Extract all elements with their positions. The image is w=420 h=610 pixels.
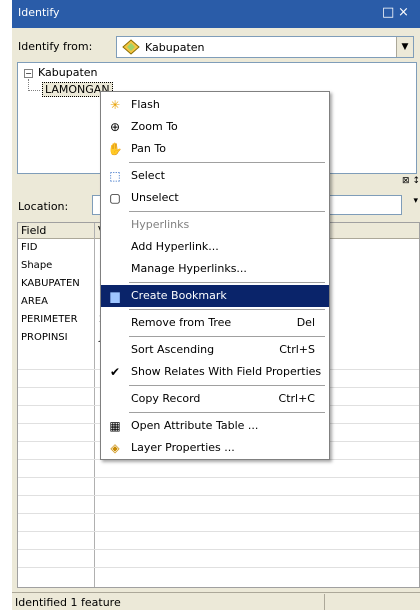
tree-connector: [28, 79, 40, 91]
menu-item-remove-from-tree[interactable]: Remove from Tree Del: [101, 312, 329, 334]
chevron-down-icon[interactable]: ▼: [396, 37, 413, 57]
grid-line: [18, 513, 419, 514]
row-field-shape[interactable]: Shape: [18, 258, 94, 276]
menu-item-label: Hyperlinks: [131, 218, 190, 231]
menu-item-layer-properties[interactable]: ◈ Layer Properties ...: [101, 437, 329, 459]
menu-item-select[interactable]: ⬚ Select: [101, 165, 329, 187]
check-icon: ✔: [109, 365, 121, 379]
grid-line: [18, 477, 419, 478]
row-field-perimeter[interactable]: PERIMETER: [18, 312, 94, 330]
menu-separator: [129, 309, 325, 310]
menu-item-shortcut: Del: [296, 316, 315, 329]
menu-item-label: Unselect: [131, 191, 179, 204]
grid-line: [18, 531, 419, 532]
menu-item-flash[interactable]: ✳ Flash: [101, 94, 329, 116]
status-divider: [324, 594, 325, 610]
menu-item-show-relates[interactable]: ✔ Show Relates With Field Properties: [101, 361, 329, 383]
menu-separator: [129, 282, 325, 283]
menu-separator: [129, 211, 325, 212]
zoom-to-icon: ⊕: [109, 120, 121, 134]
menu-item-zoom-to[interactable]: ⊕ Zoom To: [101, 116, 329, 138]
title-bar[interactable]: Identify □ ×: [12, 0, 420, 28]
menu-item-sort-ascending[interactable]: Sort Ascending Ctrl+S: [101, 339, 329, 361]
menu-item-pan-to[interactable]: ✋ Pan To: [101, 138, 329, 160]
grid-line: [18, 495, 419, 496]
menu-item-label: Copy Record: [131, 392, 201, 405]
menu-item-label: Zoom To: [131, 120, 178, 133]
identify-from-dropdown[interactable]: Kabupaten ▼: [116, 36, 414, 58]
menu-item-copy-record[interactable]: Copy Record Ctrl+C: [101, 388, 329, 410]
menu-item-label: Select: [131, 169, 165, 182]
grid-line: [18, 567, 419, 568]
split-toggle-icon[interactable]: ⊠ ↕: [402, 176, 420, 186]
menu-item-label: Create Bookmark: [131, 289, 227, 302]
menu-separator: [129, 412, 325, 413]
select-icon: ⬚: [109, 169, 121, 183]
menu-item-shortcut: Ctrl+S: [279, 343, 315, 356]
bookmark-icon: ▆: [110, 289, 120, 303]
maximize-icon[interactable]: □: [382, 5, 394, 20]
status-bar: Identified 1 feature: [12, 592, 420, 610]
layer-properties-icon: ◈: [110, 441, 120, 455]
table-icon: ▦: [109, 419, 121, 433]
unselect-icon: ▢: [109, 191, 121, 205]
status-text: Identified 1 feature: [15, 596, 121, 609]
identify-from-value: Kabupaten: [145, 41, 205, 54]
menu-item-label: Manage Hyperlinks...: [131, 262, 247, 275]
context-menu: ✳ Flash ⊕ Zoom To ✋ Pan To ⬚ Select ▢ Un…: [100, 91, 330, 460]
location-label: Location:: [18, 200, 69, 213]
row-field-kabupaten[interactable]: KABUPATEN: [18, 276, 94, 294]
menu-item-label: Pan To: [131, 142, 166, 155]
identify-from-label: Identify from:: [18, 40, 93, 53]
pan-hand-icon: ✋: [107, 142, 123, 156]
close-icon[interactable]: ×: [398, 5, 409, 20]
menu-item-label: Flash: [131, 98, 160, 111]
menu-separator: [129, 385, 325, 386]
layer-diamond-icon: [122, 39, 140, 58]
row-field-fid[interactable]: FID: [18, 240, 94, 258]
menu-separator: [129, 162, 325, 163]
menu-item-manage-hyperlinks[interactable]: Manage Hyperlinks...: [101, 258, 329, 280]
row-field-propinsi[interactable]: PROPINSI: [18, 330, 94, 348]
location-dropdown-icon[interactable]: ▾: [413, 196, 418, 206]
window-title: Identify: [18, 6, 60, 19]
menu-item-label: Open Attribute Table ...: [131, 419, 259, 432]
column-header-field[interactable]: Field: [18, 223, 95, 239]
menu-item-label: Show Relates With Field Properties: [131, 365, 322, 378]
grid-line: [18, 549, 419, 550]
tree-root-kabupaten[interactable]: Kabupaten: [38, 66, 98, 79]
menu-item-open-attribute-table[interactable]: ▦ Open Attribute Table ...: [101, 415, 329, 437]
menu-item-unselect[interactable]: ▢ Unselect: [101, 187, 329, 209]
menu-item-label: Remove from Tree: [131, 316, 232, 329]
tree-collapse-icon[interactable]: −: [24, 69, 33, 78]
menu-item-label: Layer Properties ...: [131, 441, 235, 454]
menu-item-create-bookmark[interactable]: ▆ Create Bookmark: [101, 285, 329, 307]
flash-icon: ✳: [109, 98, 121, 112]
row-field-area[interactable]: AREA: [18, 294, 94, 312]
menu-item-label: Sort Ascending: [131, 343, 215, 356]
menu-item-label: Add Hyperlink...: [131, 240, 219, 253]
menu-item-hyperlinks: Hyperlinks: [101, 214, 329, 236]
menu-item-add-hyperlink[interactable]: Add Hyperlink...: [101, 236, 329, 258]
menu-separator: [129, 336, 325, 337]
menu-item-shortcut: Ctrl+C: [278, 392, 315, 405]
